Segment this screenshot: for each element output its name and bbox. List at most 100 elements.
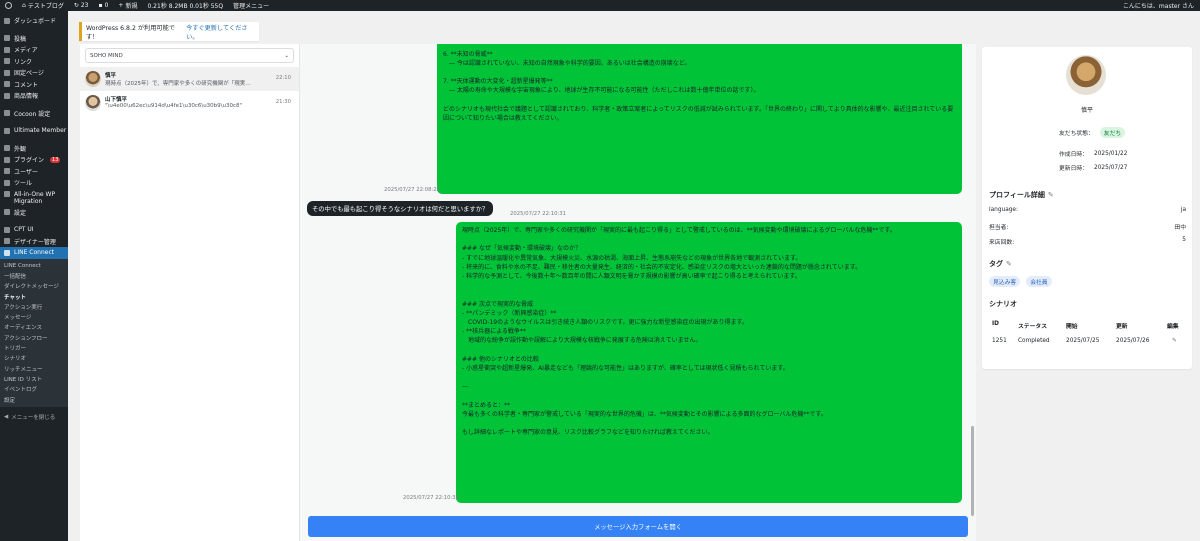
submenu-item[interactable]: トリガー (0, 343, 68, 353)
conversation-name: 慎平 (105, 73, 117, 79)
line-icon (4, 249, 10, 256)
conversation-list: SOHO MIND ⌄ 慎平 現時点（2025年）で、専門家や多くの研究機関が「… (80, 44, 300, 541)
admin-sidebar: ダッシュボード 投稿 メディア リンク 固定ページ コメント 商品情報 Coco… (0, 11, 68, 541)
submenu-item[interactable]: アクションフロー (0, 333, 68, 343)
submenu-item[interactable]: イベントログ (0, 384, 68, 394)
collapse-menu-button[interactable]: ◀ メニューを閉じる (0, 407, 68, 427)
site-name-link[interactable]: ⌂ テストブログ (17, 1, 69, 10)
scenario-update: 2025/07/26 (1116, 338, 1150, 344)
product-icon (4, 92, 10, 99)
tags-heading: タグ ✎ (989, 259, 1012, 269)
channel-select[interactable]: SOHO MIND ⌄ (85, 48, 294, 63)
wordpress-icon (5, 2, 12, 9)
comments-count: 0 (104, 2, 109, 9)
menu-label: ツール (14, 180, 33, 188)
submenu-item[interactable]: メッセージ (0, 312, 68, 322)
submenu-item[interactable]: リッチメニュー (0, 363, 68, 373)
friend-status-label: 友だち状態： (1059, 131, 1094, 137)
conversation-time: 22:10 (275, 75, 291, 81)
designer-icon (4, 238, 10, 245)
message-timestamp: 2025/07/27 22:10:38 (403, 495, 460, 501)
admin-menu-label: 管理メニュー (233, 3, 270, 10)
menu-settings[interactable]: 設定 (0, 207, 68, 219)
home-icon: ⌂ (22, 2, 26, 9)
conversation-item[interactable]: 慎平 現時点（2025年）で、専門家や多くの研究機関が「現実… 22:10 (80, 67, 299, 91)
user-icon (4, 127, 10, 134)
menu-posts[interactable]: 投稿 (0, 33, 68, 45)
menu-dashboard[interactable]: ダッシュボード (0, 15, 68, 27)
menu-ultimate-member[interactable]: Ultimate Member (0, 125, 68, 137)
submenu-item[interactable]: ダイレクトメッセージ (0, 281, 68, 291)
edit-icon[interactable]: ✎ (1172, 338, 1177, 344)
menu-cocoon[interactable]: Cocoon 設定 (0, 108, 68, 120)
updates-link[interactable]: ↻ 23 (69, 2, 94, 9)
new-content-menu[interactable]: + 新規 (113, 1, 142, 10)
submenu-item[interactable]: 一括配信 (0, 271, 68, 281)
detail-value: 田中 (1174, 225, 1186, 231)
detail-row: 担当者: 田中 (989, 222, 1186, 231)
menu-users[interactable]: ユーザー (0, 166, 68, 178)
table-row: 1251 Completed 2025/07/25 2025/07/26 ✎ (992, 338, 1177, 344)
admin-menu-link[interactable]: 管理メニュー (228, 1, 274, 10)
menu-cpt-ui[interactable]: CPT UI (0, 224, 68, 236)
menu-pages[interactable]: 固定ページ (0, 67, 68, 79)
menu-links[interactable]: リンク (0, 56, 68, 68)
submenu-item[interactable]: アクション実行 (0, 302, 68, 312)
message-bubble-incoming: その中でも最も起こり得そうなシナリオは何だと思いますか？ (307, 201, 494, 216)
menu-label: All-in-One WP Migration (14, 190, 56, 205)
scenario-table-header: ID ステータス 開始 更新 編集 (992, 321, 1179, 330)
menu-label: 商品情報 (14, 93, 39, 101)
menu-plugins[interactable]: プラグイン 13 (0, 154, 68, 166)
new-label: 新規 (125, 3, 138, 10)
submenu-item-chat[interactable]: チャット (0, 291, 68, 301)
avatar (85, 95, 101, 111)
line-connect-submenu: LINE Connect 一括配信 ダイレクトメッセージ チャット アクション実… (0, 258, 68, 407)
profile-details-heading: プロフィール詳細 ✎ (989, 190, 1054, 200)
updated-value: 2025/07/27 (1094, 164, 1128, 171)
query-monitor-stats[interactable]: 0.21秒 8.2MB 0.01秒 55Q (142, 1, 228, 10)
menu-comments[interactable]: コメント (0, 79, 68, 91)
conversation-time: 21:30 (275, 99, 291, 105)
message-bubble-outgoing: 5. **AIやテクノロジー暴走** ― 高度な人工知能や自立型兵器などの技術が… (437, 44, 962, 194)
menu-label: CPT UI (14, 226, 34, 234)
perf-stats: 0.21秒 8.2MB 0.01秒 55Q (147, 3, 224, 10)
created-label: 作成日時： (1059, 152, 1088, 158)
menu-migration[interactable]: All-in-One WP Migration (0, 189, 68, 207)
conversation-item[interactable]: 山下慎平 "\u4e00\u62ec\u914d\u4fe1\u30c6\u30… (80, 91, 299, 115)
collapse-icon: ◀ (4, 413, 9, 420)
edit-icon[interactable]: ✎ (1048, 191, 1054, 199)
detail-key: language: (989, 207, 1018, 213)
column-header: 開始 (1066, 324, 1078, 330)
update-now-link[interactable]: 今すぐ更新してください。 (186, 23, 259, 41)
page-icon (4, 69, 10, 76)
submenu-item[interactable]: シナリオ (0, 353, 68, 363)
submenu-item[interactable]: LINE ID リスト (0, 374, 68, 384)
wp-logo-menu[interactable] (0, 2, 17, 9)
menu-media[interactable]: メディア (0, 44, 68, 56)
friend-status-badge: 友だち (1099, 127, 1126, 138)
collapse-label: メニューを閉じる (11, 414, 56, 421)
submenu-item[interactable]: オーディエンス (0, 322, 68, 332)
settings-icon (4, 209, 10, 216)
menu-appearance[interactable]: 外観 (0, 143, 68, 155)
comments-link[interactable]: ▪ 0 (94, 2, 114, 9)
cocoon-icon (4, 110, 10, 117)
menu-designer[interactable]: デザイナー管理 (0, 236, 68, 248)
plugin-icon (4, 156, 10, 163)
edit-icon[interactable]: ✎ (1006, 260, 1012, 268)
menu-products[interactable]: 商品情報 (0, 90, 68, 102)
users-icon (4, 168, 10, 175)
user-account-menu[interactable]: こんにちは、master さん (1118, 1, 1200, 10)
created-value: 2025/01/22 (1094, 150, 1128, 157)
submenu-item[interactable]: LINE Connect (0, 261, 68, 271)
menu-line-connect[interactable]: LINE Connect (0, 247, 68, 259)
chat-scrollbar[interactable] (971, 426, 974, 516)
menu-label: プラグイン (14, 157, 45, 165)
menu-label: ユーザー (14, 168, 38, 176)
message-timestamp: 2025/07/27 22:08:25 (384, 187, 441, 193)
tag-chip: 見込み客 (989, 276, 1021, 287)
submenu-item[interactable]: 設定 (0, 394, 68, 404)
open-message-form-button[interactable]: メッセージ入力フォームを開く (308, 516, 968, 537)
menu-tools[interactable]: ツール (0, 177, 68, 189)
scenario-start: 2025/07/25 (1066, 338, 1100, 344)
